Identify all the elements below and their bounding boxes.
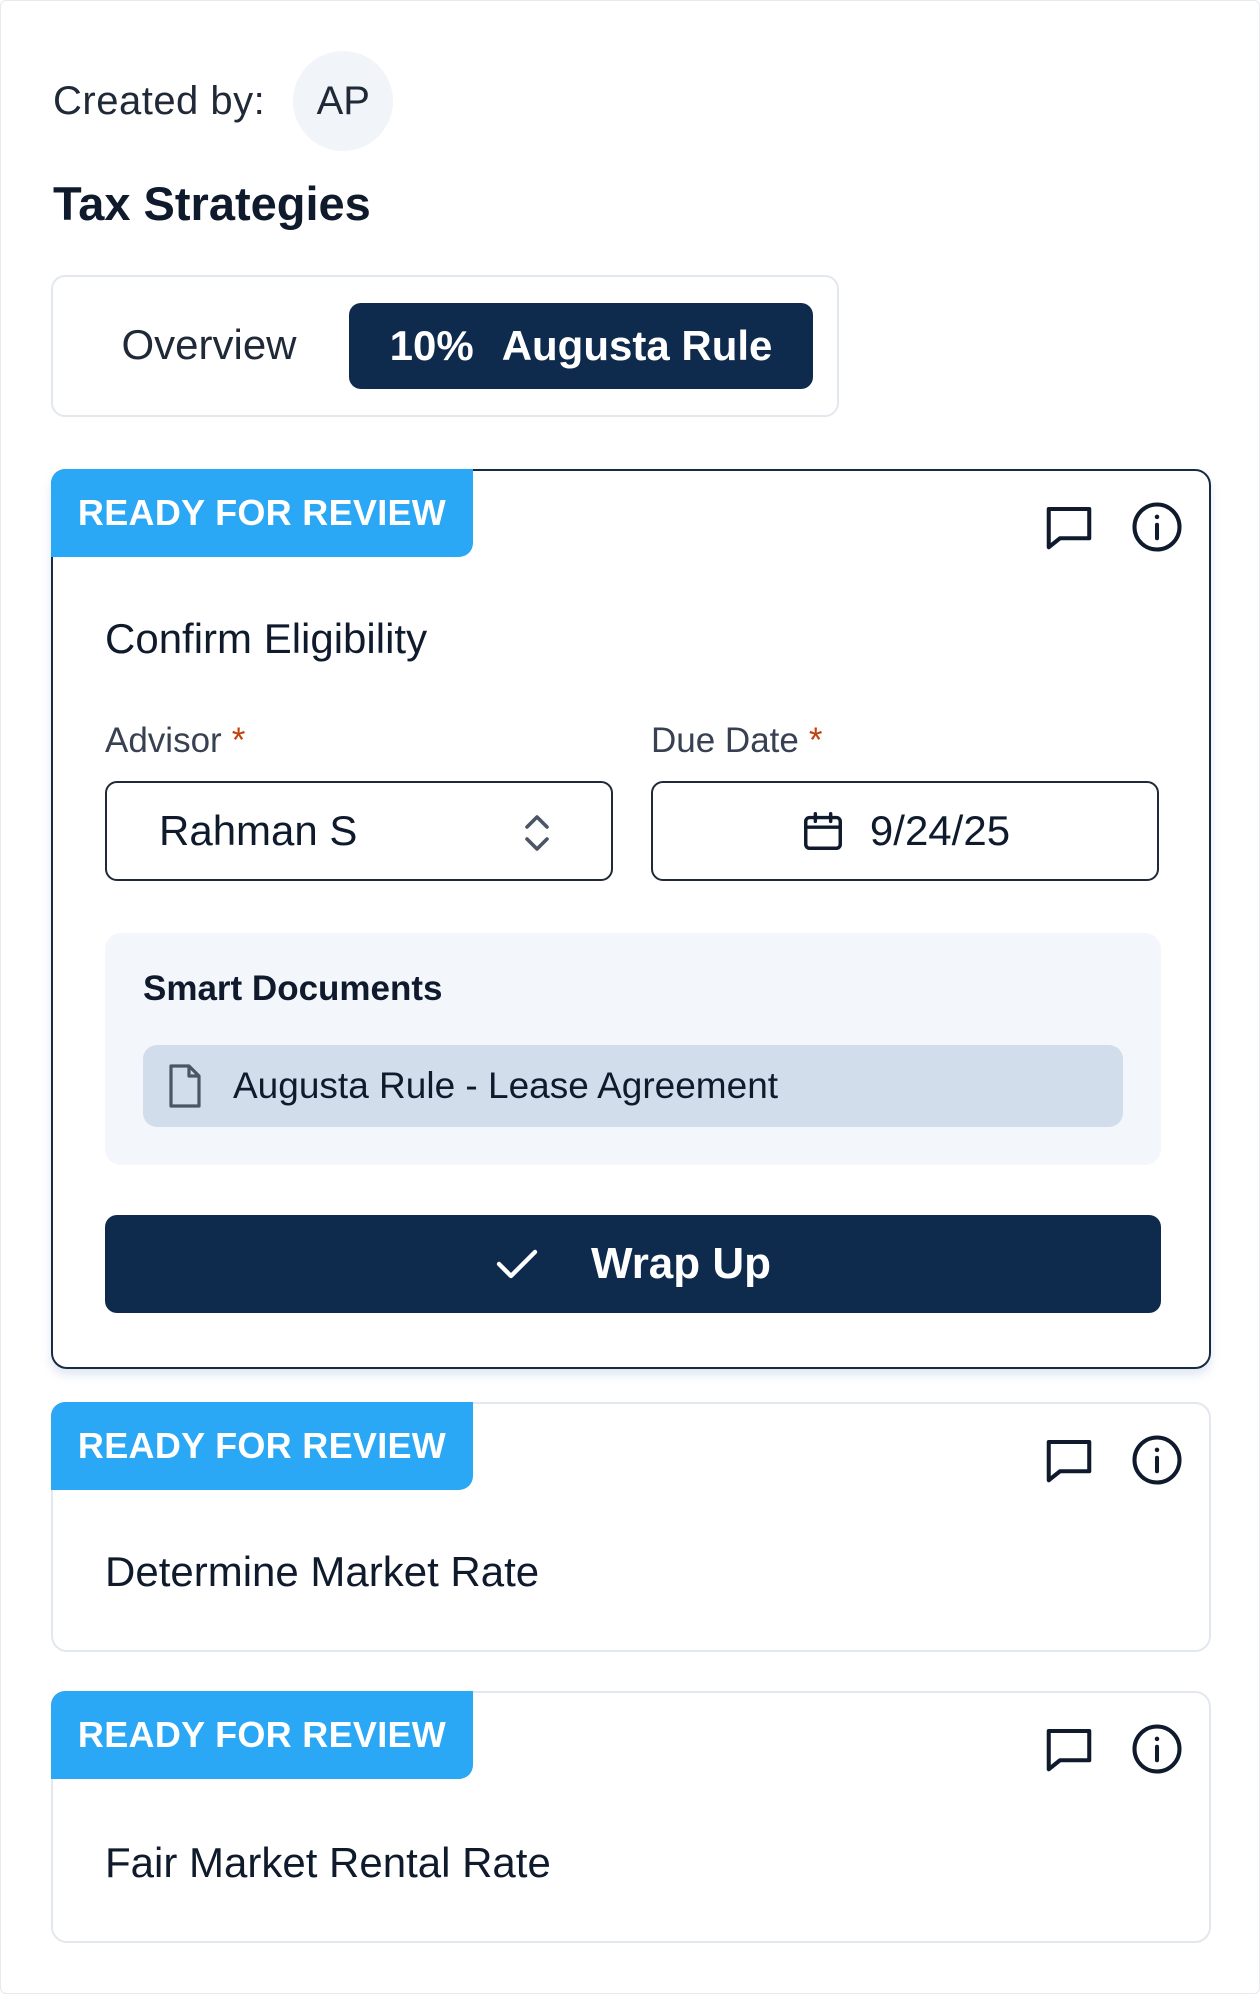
comment-icon[interactable] [1041,1721,1097,1777]
avatar[interactable]: AP [293,51,394,151]
created-by-label: Created by: [53,78,266,123]
wrap-up-button[interactable]: Wrap Up [105,1215,1161,1313]
advisor-select[interactable]: Rahman S [105,781,613,881]
check-icon [495,1246,539,1282]
info-icon[interactable] [1129,1721,1185,1777]
strategy-tabs: Overview 10% Augusta Rule [51,275,839,417]
required-mark: * [231,721,246,760]
created-by-row: Created by: AP [53,51,394,151]
smart-documents-title: Smart Documents [143,969,443,1008]
status-badge: READY FOR REVIEW [51,469,473,557]
task-card-fair-market-rental-rate[interactable]: READY FOR REVIEW Fair Market Rental Rate [51,1691,1211,1943]
calendar-icon [800,808,846,854]
comment-icon[interactable] [1041,499,1097,555]
task-title: Determine Market Rate [105,1548,540,1595]
info-icon[interactable] [1129,499,1185,555]
due-date-label: Due Date * [651,721,823,761]
document-name: Augusta Rule - Lease Agreement [233,1065,779,1106]
tab-label: Augusta Rule [501,322,773,369]
card-actions [1041,1721,1185,1777]
task-title: Confirm Eligibility [105,615,428,662]
required-mark: * [808,721,823,760]
section-title: Tax Strategies [53,177,371,230]
task-title: Fair Market Rental Rate [105,1839,551,1886]
page: Created by: AP Tax Strategies Overview 1… [0,0,1260,1994]
tab-overview[interactable]: Overview [89,301,329,389]
smart-documents-panel: Smart Documents Augusta Rule - Lease Agr… [105,933,1161,1165]
task-card-confirm-eligibility: READY FOR REVIEW Confirm Eligibility Adv… [51,469,1211,1369]
comment-icon[interactable] [1041,1432,1097,1488]
due-date-field[interactable]: 9/24/25 [651,781,1159,881]
tab-augusta-rule[interactable]: 10% Augusta Rule [349,303,813,389]
avatar-initials: AP [316,78,370,123]
wrap-up-label: Wrap Up [590,1239,772,1288]
chevron-up-down-icon [521,811,553,865]
due-date-value: 9/24/25 [869,807,1011,854]
task-card-determine-market-rate[interactable]: READY FOR REVIEW Determine Market Rate [51,1402,1211,1652]
document-icon [165,1064,205,1108]
info-icon[interactable] [1129,1432,1185,1488]
tab-percent: 10% [389,322,474,369]
status-badge: READY FOR REVIEW [51,1402,473,1490]
document-item[interactable]: Augusta Rule - Lease Agreement [143,1045,1123,1127]
card-actions [1041,1432,1185,1488]
advisor-label: Advisor * [105,721,245,761]
advisor-value: Rahman S [159,807,358,854]
status-badge: READY FOR REVIEW [51,1691,473,1779]
advisor-label-text: Advisor [105,721,222,760]
due-date-label-text: Due Date [651,721,799,760]
card-actions [1041,499,1185,555]
